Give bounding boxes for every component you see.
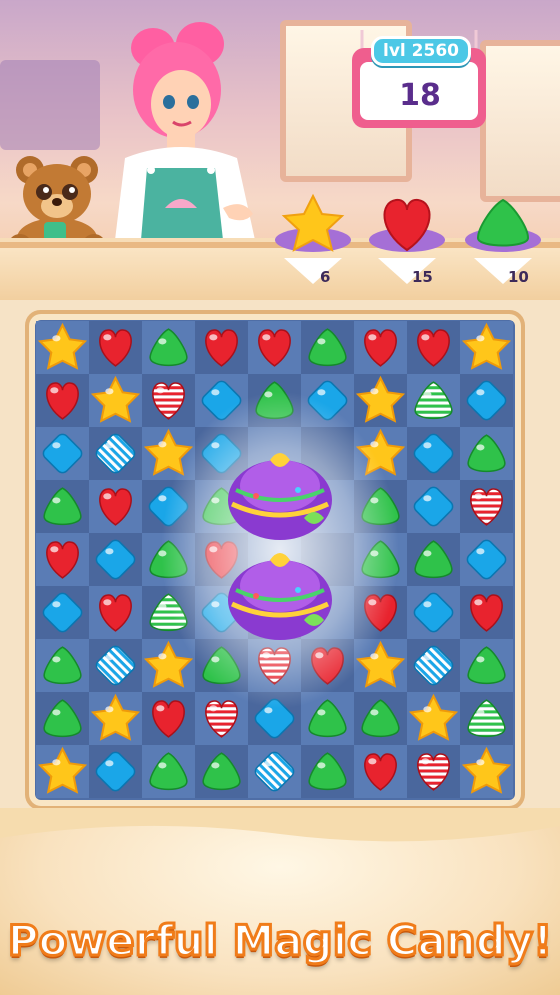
- red-heart-candy[interactable]: [142, 692, 195, 745]
- striped-heart-candy[interactable]: [460, 480, 513, 533]
- blue-square-candy[interactable]: [407, 586, 460, 639]
- green-drop-candy[interactable]: [36, 692, 89, 745]
- red-heart-candy[interactable]: [89, 586, 142, 639]
- yellow-star-candy[interactable]: [460, 321, 513, 374]
- green-drop-candy[interactable]: [301, 321, 354, 374]
- blue-square-candy[interactable]: [460, 533, 513, 586]
- green-drop-candy[interactable]: [195, 745, 248, 798]
- striped-green-candy[interactable]: [460, 692, 513, 745]
- striped-blue-candy[interactable]: [407, 639, 460, 692]
- red-heart-candy[interactable]: [248, 321, 301, 374]
- chef-character: [115, 22, 255, 240]
- yellow-star-candy[interactable]: [407, 692, 460, 745]
- yellow-star-candy[interactable]: [36, 321, 89, 374]
- blue-square-candy[interactable]: [89, 745, 142, 798]
- tagline-text: Powerful Magic Candy!: [6, 915, 554, 967]
- red-heart-candy[interactable]: [460, 586, 513, 639]
- green-drop-candy[interactable]: [142, 745, 195, 798]
- green-drop-candy[interactable]: [460, 639, 513, 692]
- yellow-star-candy[interactable]: [354, 374, 407, 427]
- green-drop-candy[interactable]: [36, 639, 89, 692]
- magic-cake-candy[interactable]: [200, 430, 360, 640]
- blue-square-candy[interactable]: [407, 480, 460, 533]
- green-drop-candy[interactable]: [460, 427, 513, 480]
- moves-counter: 18: [399, 78, 441, 113]
- green-drop-candy[interactable]: [36, 480, 89, 533]
- goal-count-heart: 15: [412, 268, 433, 286]
- yellow-star-candy[interactable]: [89, 692, 142, 745]
- striped-heart-candy[interactable]: [142, 374, 195, 427]
- yellow-star-candy[interactable]: [460, 745, 513, 798]
- wave-divider: [0, 808, 560, 842]
- red-heart-candy[interactable]: [407, 321, 460, 374]
- green-candy-icon: [476, 198, 530, 247]
- green-drop-candy[interactable]: [354, 692, 407, 745]
- level-label: lvl 2560: [371, 36, 471, 66]
- green-drop-candy[interactable]: [407, 533, 460, 586]
- goal-count-star: 6: [320, 268, 331, 286]
- goal-slot-heart: 15: [366, 188, 448, 288]
- goal-slot-green: 10: [462, 188, 544, 288]
- blue-square-candy[interactable]: [36, 586, 89, 639]
- blue-square-candy[interactable]: [36, 427, 89, 480]
- blue-square-candy[interactable]: [407, 427, 460, 480]
- goal-slot-star: 6: [272, 188, 354, 288]
- striped-blue-candy[interactable]: [248, 745, 301, 798]
- red-heart-candy[interactable]: [89, 321, 142, 374]
- striped-blue-candy[interactable]: [89, 639, 142, 692]
- red-heart-candy[interactable]: [36, 533, 89, 586]
- shop-window: [480, 40, 560, 202]
- blue-square-candy[interactable]: [460, 374, 513, 427]
- striped-blue-candy[interactable]: [89, 427, 142, 480]
- yellow-star-candy[interactable]: [36, 745, 89, 798]
- red-heart-candy[interactable]: [89, 480, 142, 533]
- red-heart-candy[interactable]: [36, 374, 89, 427]
- striped-green-candy[interactable]: [407, 374, 460, 427]
- shelf-background: [0, 60, 100, 150]
- blue-square-candy[interactable]: [89, 533, 142, 586]
- green-drop-candy[interactable]: [142, 321, 195, 374]
- striped-heart-candy[interactable]: [407, 745, 460, 798]
- red-heart-candy[interactable]: [354, 745, 407, 798]
- goal-count-green: 10: [508, 268, 529, 286]
- yellow-star-candy[interactable]: [89, 374, 142, 427]
- red-heart-candy[interactable]: [354, 321, 407, 374]
- green-drop-candy[interactable]: [301, 745, 354, 798]
- red-heart-candy[interactable]: [195, 321, 248, 374]
